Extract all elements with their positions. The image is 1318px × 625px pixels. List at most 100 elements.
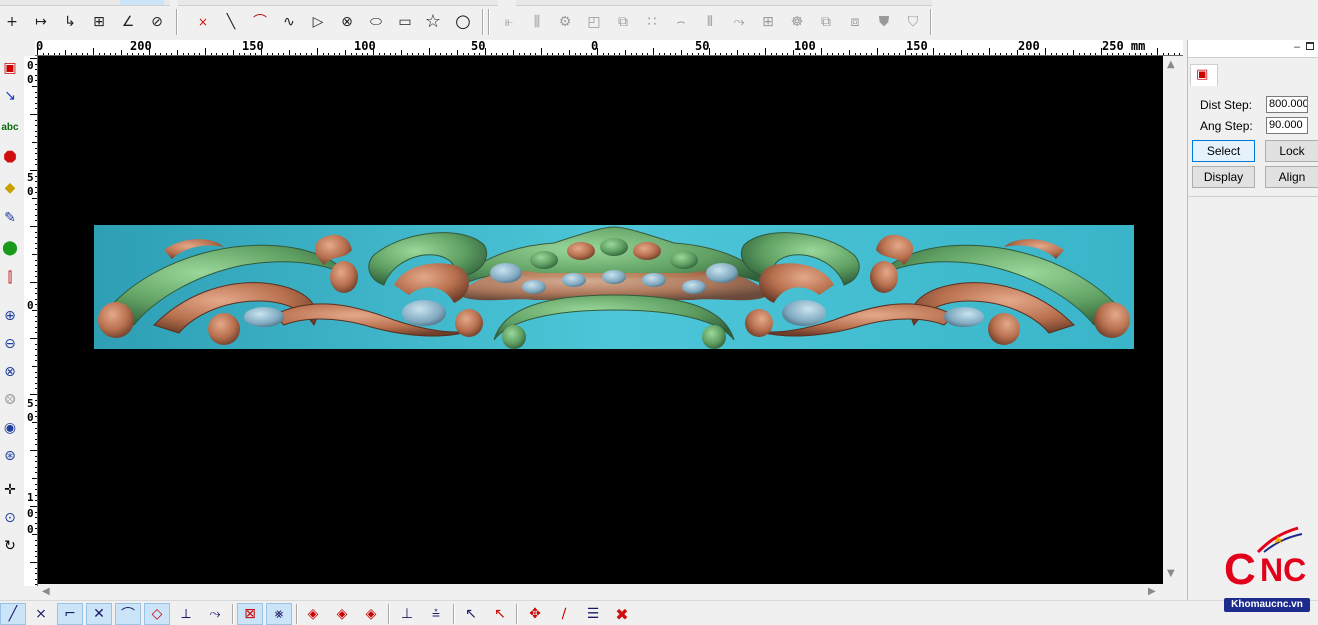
select-node-icon[interactable]: ▣ — [0, 56, 20, 80]
pick-remove-icon[interactable]: ↖ — [487, 603, 513, 625]
ruler-label: 200 — [130, 40, 152, 53]
scroll-left-icon[interactable]: ◀ — [42, 586, 50, 597]
panel-tab[interactable]: ▣ — [1190, 64, 1218, 86]
pan-icon[interactable]: ✛ — [0, 478, 20, 502]
polyline-icon[interactable]: ▷ — [307, 10, 329, 34]
snap-settings-panel: ‒ ▣ Dist Step: 800.000 Ang Step: 90.000 … — [1187, 40, 1318, 600]
array-icon[interactable]: ∷ — [641, 10, 663, 34]
align-center-icon[interactable]: ⫼ — [526, 10, 548, 34]
grid-display-icon[interactable]: ◈ — [329, 603, 355, 625]
toolbar-separator — [453, 604, 455, 624]
group-icon[interactable]: ⧉ — [815, 10, 837, 34]
scroll-up-icon[interactable]: ▲ — [1167, 59, 1175, 70]
curve-nodes-icon[interactable]: ⌢ — [670, 10, 692, 34]
sculpt-icon[interactable]: ✎ — [0, 206, 20, 230]
rectangle-icon[interactable]: ▭ — [394, 10, 416, 34]
snap-perpendicular-icon[interactable]: ⟂ — [173, 603, 199, 625]
transform-icon[interactable]: ⊞ — [757, 10, 779, 34]
spline-icon[interactable]: ∿ — [278, 10, 300, 34]
ungroup-icon[interactable]: ⧈ — [844, 10, 866, 34]
snap-intersection-icon[interactable]: ⨯ — [28, 603, 54, 625]
zoom-tool-icon[interactable]: ⊙ — [0, 506, 20, 530]
snap-line-icon[interactable]: ╱ — [0, 603, 26, 625]
panel-divider — [1188, 196, 1318, 197]
move-icon[interactable]: ✥ — [522, 603, 548, 625]
snap-tangent-icon[interactable]: ⤳ — [202, 603, 228, 625]
toolbar-strip — [516, 0, 932, 6]
list-edit-icon[interactable]: ☰ — [580, 603, 606, 625]
delete-icon[interactable]: ✖ — [609, 603, 635, 625]
snap-point-icon[interactable]: ⊠ — [237, 603, 263, 625]
snap-cross-icon[interactable]: ✕ — [86, 603, 112, 625]
star-icon[interactable]: ☆ — [422, 10, 444, 34]
display-button[interactable]: Display — [1192, 166, 1255, 188]
shield-icon[interactable]: ⛊ — [873, 10, 895, 34]
fill-icon[interactable]: ◆ — [0, 176, 20, 200]
pick-add-icon[interactable]: ↖ — [458, 603, 484, 625]
zoom-previous-icon[interactable]: ⨷ — [0, 388, 20, 412]
ellipse-icon[interactable]: ⬭ — [365, 10, 387, 34]
zoom-window-icon[interactable]: ⊗ — [0, 360, 20, 384]
3d-viewport[interactable] — [38, 56, 1163, 584]
weld-icon[interactable]: ◰ — [583, 10, 605, 34]
zoom-all-icon[interactable]: ⊛ — [0, 444, 20, 468]
zoom-out-icon[interactable]: ⊖ — [0, 332, 20, 356]
select-button[interactable]: Select — [1192, 140, 1255, 162]
plane-multi-icon[interactable]: ⩮ — [423, 603, 449, 625]
bars-icon[interactable]: ⫴ — [699, 10, 721, 34]
text-tool-icon[interactable]: abc — [0, 116, 20, 140]
toolbar-strip-active — [120, 0, 164, 6]
shield-fill-icon[interactable]: ⛉ — [902, 10, 924, 34]
bell-icon[interactable]: ⬤ — [0, 236, 20, 260]
octagon-icon[interactable]: ⯃ — [0, 146, 20, 170]
offset-icon[interactable]: ↳ — [59, 10, 81, 34]
horizontal-scrollbar[interactable]: ◀ ▶ — [38, 584, 1163, 600]
ang-step-input[interactable]: 90.000 — [1266, 117, 1308, 134]
measure-line-icon[interactable]: ∕ — [551, 603, 577, 625]
plane-icon[interactable]: ⊥ — [394, 603, 420, 625]
grid-settings-icon[interactable]: ◈ — [358, 603, 384, 625]
logo-site-label: Khomaucnc.vn — [1224, 598, 1310, 612]
minimize-icon[interactable]: ‒ — [1294, 41, 1300, 53]
scroll-right-icon[interactable]: ▶ — [1148, 586, 1156, 597]
vertical-scrollbar[interactable]: ▲ ▼ — [1163, 56, 1181, 584]
gear-node-icon[interactable]: ⚙ — [554, 10, 576, 34]
snap-arc-icon[interactable]: ⌒ — [115, 603, 141, 625]
ruler-unit-label: 250 mm — [1102, 40, 1146, 53]
align-button[interactable]: Align — [1265, 166, 1318, 188]
line-icon[interactable]: ╲ — [220, 10, 242, 34]
grid-snap-icon[interactable]: ◈ — [300, 603, 326, 625]
rotate-view-icon[interactable]: ↻ — [0, 534, 20, 558]
align-left-icon[interactable]: ⫦ — [498, 10, 520, 34]
circle-icon[interactable]: ○ — [452, 10, 474, 34]
lock-button[interactable]: Lock — [1265, 140, 1318, 162]
measure-icon[interactable]: ⫿ — [0, 266, 20, 290]
angle-icon[interactable]: ∠ — [117, 10, 139, 34]
circle-point-icon[interactable]: ⊗ — [336, 10, 358, 34]
dimension-icon[interactable]: ↦ — [30, 10, 52, 34]
toolbar-separator — [232, 604, 234, 624]
node-pick-icon[interactable]: ↘ — [0, 84, 20, 108]
scroll-down-icon[interactable]: ▼ — [1167, 568, 1175, 579]
ruler-label: 0 — [27, 73, 34, 86]
point-icon[interactable]: × — [192, 10, 214, 34]
crosshair-icon[interactable]: + — [1, 10, 23, 34]
node-edit-icon[interactable]: ☸ — [786, 10, 808, 34]
snap-corner-icon[interactable]: ⌐ — [57, 603, 83, 625]
lasso-icon[interactable]: ⊘ — [146, 10, 168, 34]
smooth-icon[interactable]: ⤳ — [728, 10, 750, 34]
mirror-icon[interactable]: ⧉ — [612, 10, 634, 34]
frame-icon[interactable]: ⊞ — [88, 10, 110, 34]
arc-icon[interactable]: ⌒ — [249, 10, 271, 34]
ruler-label: 0 — [36, 40, 44, 53]
maximize-icon[interactable] — [1306, 42, 1314, 50]
snap-axis-icon[interactable]: ⨳ — [266, 603, 292, 625]
dist-step-input[interactable]: 800.000 — [1266, 96, 1308, 113]
zoom-in-icon[interactable]: ⊕ — [0, 304, 20, 328]
snap-circle-icon[interactable]: ◇ — [144, 603, 170, 625]
toolbar-separator — [388, 604, 390, 624]
left-toolbar: ▣ ↘ abc ⯃ ◆ ✎ ⬤ ⫿ ⊕ ⊖ ⊗ ⨷ ◉ ⊛ ✛ ⊙ ↻ — [0, 56, 22, 601]
ruler-label: 0 — [27, 523, 34, 536]
view-icon[interactable]: ◉ — [0, 416, 20, 440]
ruler-label: 100 — [794, 40, 816, 53]
